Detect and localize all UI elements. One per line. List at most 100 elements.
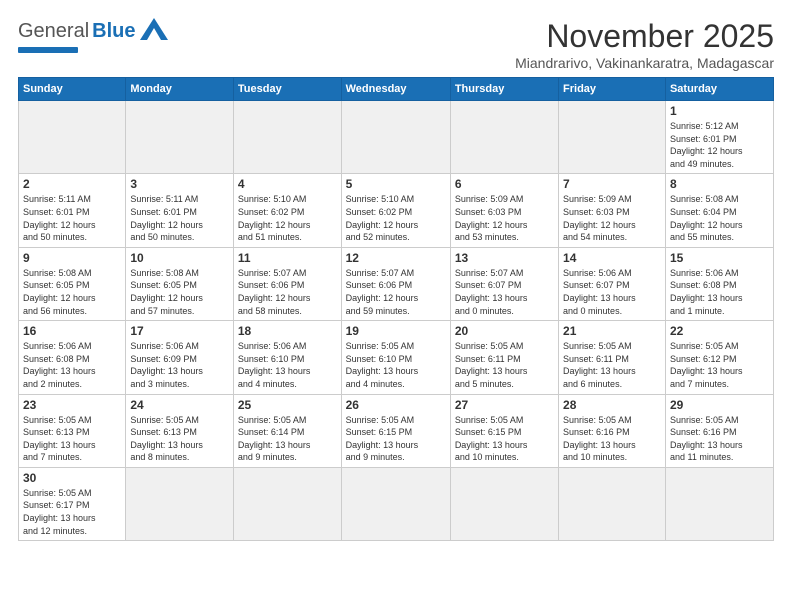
- calendar-cell: 18 Sunrise: 5:06 AM Sunset: 6:10 PM Dayli…: [233, 321, 341, 394]
- day-number: 21: [563, 324, 661, 338]
- calendar-cell: [19, 101, 126, 174]
- day-number: 7: [563, 177, 661, 191]
- day-info: Sunrise: 5:07 AM Sunset: 6:06 PM Dayligh…: [346, 267, 446, 317]
- calendar-cell: [665, 467, 773, 540]
- day-info: Sunrise: 5:05 AM Sunset: 6:11 PM Dayligh…: [455, 340, 554, 390]
- day-number: 2: [23, 177, 121, 191]
- calendar-cell: 8 Sunrise: 5:08 AM Sunset: 6:04 PM Daylig…: [665, 174, 773, 247]
- day-number: 26: [346, 398, 446, 412]
- day-info: Sunrise: 5:05 AM Sunset: 6:14 PM Dayligh…: [238, 414, 337, 464]
- col-header-sunday: Sunday: [19, 78, 126, 101]
- col-header-saturday: Saturday: [665, 78, 773, 101]
- day-info: Sunrise: 5:07 AM Sunset: 6:06 PM Dayligh…: [238, 267, 337, 317]
- calendar-cell: 14 Sunrise: 5:06 AM Sunset: 6:07 PM Dayli…: [559, 247, 666, 320]
- col-header-tuesday: Tuesday: [233, 78, 341, 101]
- calendar-cell: 26 Sunrise: 5:05 AM Sunset: 6:15 PM Dayli…: [341, 394, 450, 467]
- month-title: November 2025: [515, 18, 774, 55]
- day-number: 10: [130, 251, 229, 265]
- title-section: November 2025 Miandrarivo, Vakinankaratr…: [515, 18, 774, 71]
- day-number: 18: [238, 324, 337, 338]
- day-info: Sunrise: 5:12 AM Sunset: 6:01 PM Dayligh…: [670, 120, 769, 170]
- day-info: Sunrise: 5:11 AM Sunset: 6:01 PM Dayligh…: [23, 193, 121, 243]
- calendar-cell: 4Sunrise: 5:10 AM Sunset: 6:02 PM Daylig…: [233, 174, 341, 247]
- day-number: 24: [130, 398, 229, 412]
- col-header-friday: Friday: [559, 78, 666, 101]
- header: General Blue November 2025 Miandrarivo, …: [18, 18, 774, 71]
- calendar-cell: 27Sunrise: 5:05 AM Sunset: 6:15 PM Dayli…: [450, 394, 558, 467]
- day-number: 15: [670, 251, 769, 265]
- day-number: 19: [346, 324, 446, 338]
- calendar-cell: [233, 467, 341, 540]
- calendar-cell: 12 Sunrise: 5:07 AM Sunset: 6:06 PM Dayli…: [341, 247, 450, 320]
- calendar-cell: 2 Sunrise: 5:11 AM Sunset: 6:01 PM Daylig…: [19, 174, 126, 247]
- col-header-wednesday: Wednesday: [341, 78, 450, 101]
- day-info: Sunrise: 5:08 AM Sunset: 6:04 PM Dayligh…: [670, 193, 769, 243]
- day-number: 1: [670, 104, 769, 118]
- day-info: Sunrise: 5:05 AM Sunset: 6:10 PM Dayligh…: [346, 340, 446, 390]
- calendar-cell: 30Sunrise: 5:05 AM Sunset: 6:17 PM Dayli…: [19, 467, 126, 540]
- logo-general: General: [18, 20, 89, 43]
- calendar-cell: [126, 101, 234, 174]
- day-info: Sunrise: 5:06 AM Sunset: 6:10 PM Dayligh…: [238, 340, 337, 390]
- calendar-cell: 16Sunrise: 5:06 AM Sunset: 6:08 PM Dayli…: [19, 321, 126, 394]
- day-number: 13: [455, 251, 554, 265]
- day-info: Sunrise: 5:05 AM Sunset: 6:16 PM Dayligh…: [563, 414, 661, 464]
- calendar-cell: [341, 467, 450, 540]
- day-number: 28: [563, 398, 661, 412]
- calendar-cell: 25 Sunrise: 5:05 AM Sunset: 6:14 PM Dayli…: [233, 394, 341, 467]
- logo-icon: [140, 18, 168, 45]
- calendar-cell: 24 Sunrise: 5:05 AM Sunset: 6:13 PM Dayli…: [126, 394, 234, 467]
- day-info: Sunrise: 5:07 AM Sunset: 6:07 PM Dayligh…: [455, 267, 554, 317]
- page: General Blue November 2025 Miandrarivo, …: [0, 0, 792, 612]
- day-number: 8: [670, 177, 769, 191]
- day-info: Sunrise: 5:08 AM Sunset: 6:05 PM Dayligh…: [130, 267, 229, 317]
- calendar-cell: 20 Sunrise: 5:05 AM Sunset: 6:11 PM Dayli…: [450, 321, 558, 394]
- day-info: Sunrise: 5:10 AM Sunset: 6:02 PM Dayligh…: [238, 193, 337, 243]
- calendar-cell: 7Sunrise: 5:09 AM Sunset: 6:03 PM Daylig…: [559, 174, 666, 247]
- calendar-cell: [233, 101, 341, 174]
- calendar-cell: 3Sunrise: 5:11 AM Sunset: 6:01 PM Daylig…: [126, 174, 234, 247]
- calendar-cell: [559, 467, 666, 540]
- day-info: Sunrise: 5:05 AM Sunset: 6:11 PM Dayligh…: [563, 340, 661, 390]
- day-number: 22: [670, 324, 769, 338]
- day-info: Sunrise: 5:05 AM Sunset: 6:13 PM Dayligh…: [130, 414, 229, 464]
- day-number: 11: [238, 251, 337, 265]
- day-number: 12: [346, 251, 446, 265]
- calendar-cell: 6Sunrise: 5:09 AM Sunset: 6:03 PM Daylig…: [450, 174, 558, 247]
- day-number: 29: [670, 398, 769, 412]
- location: Miandrarivo, Vakinankaratra, Madagascar: [515, 55, 774, 71]
- day-number: 9: [23, 251, 121, 265]
- calendar-cell: 23 Sunrise: 5:05 AM Sunset: 6:13 PM Dayli…: [19, 394, 126, 467]
- calendar-cell: [126, 467, 234, 540]
- calendar-cell: 29Sunrise: 5:05 AM Sunset: 6:16 PM Dayli…: [665, 394, 773, 467]
- day-info: Sunrise: 5:08 AM Sunset: 6:05 PM Dayligh…: [23, 267, 121, 317]
- day-number: 14: [563, 251, 661, 265]
- calendar-cell: 22Sunrise: 5:05 AM Sunset: 6:12 PM Dayli…: [665, 321, 773, 394]
- day-info: Sunrise: 5:09 AM Sunset: 6:03 PM Dayligh…: [455, 193, 554, 243]
- day-info: Sunrise: 5:11 AM Sunset: 6:01 PM Dayligh…: [130, 193, 229, 243]
- calendar-cell: 19 Sunrise: 5:05 AM Sunset: 6:10 PM Dayli…: [341, 321, 450, 394]
- col-header-thursday: Thursday: [450, 78, 558, 101]
- day-info: Sunrise: 5:05 AM Sunset: 6:13 PM Dayligh…: [23, 414, 121, 464]
- calendar-cell: 10 Sunrise: 5:08 AM Sunset: 6:05 PM Dayli…: [126, 247, 234, 320]
- day-number: 23: [23, 398, 121, 412]
- calendar-cell: 21 Sunrise: 5:05 AM Sunset: 6:11 PM Dayli…: [559, 321, 666, 394]
- calendar-cell: 17Sunrise: 5:06 AM Sunset: 6:09 PM Dayli…: [126, 321, 234, 394]
- day-number: 5: [346, 177, 446, 191]
- day-number: 25: [238, 398, 337, 412]
- col-header-monday: Monday: [126, 78, 234, 101]
- calendar-cell: [559, 101, 666, 174]
- day-info: Sunrise: 5:06 AM Sunset: 6:07 PM Dayligh…: [563, 267, 661, 317]
- day-number: 16: [23, 324, 121, 338]
- day-number: 20: [455, 324, 554, 338]
- calendar-cell: 11 Sunrise: 5:07 AM Sunset: 6:06 PM Dayli…: [233, 247, 341, 320]
- logo-bar: [18, 47, 78, 53]
- calendar-cell: 9 Sunrise: 5:08 AM Sunset: 6:05 PM Daylig…: [19, 247, 126, 320]
- day-info: Sunrise: 5:10 AM Sunset: 6:02 PM Dayligh…: [346, 193, 446, 243]
- calendar-cell: [341, 101, 450, 174]
- calendar-cell: [450, 467, 558, 540]
- logo-blue: Blue: [92, 20, 135, 43]
- calendar-cell: 15Sunrise: 5:06 AM Sunset: 6:08 PM Dayli…: [665, 247, 773, 320]
- day-number: 30: [23, 471, 121, 485]
- day-info: Sunrise: 5:05 AM Sunset: 6:15 PM Dayligh…: [346, 414, 446, 464]
